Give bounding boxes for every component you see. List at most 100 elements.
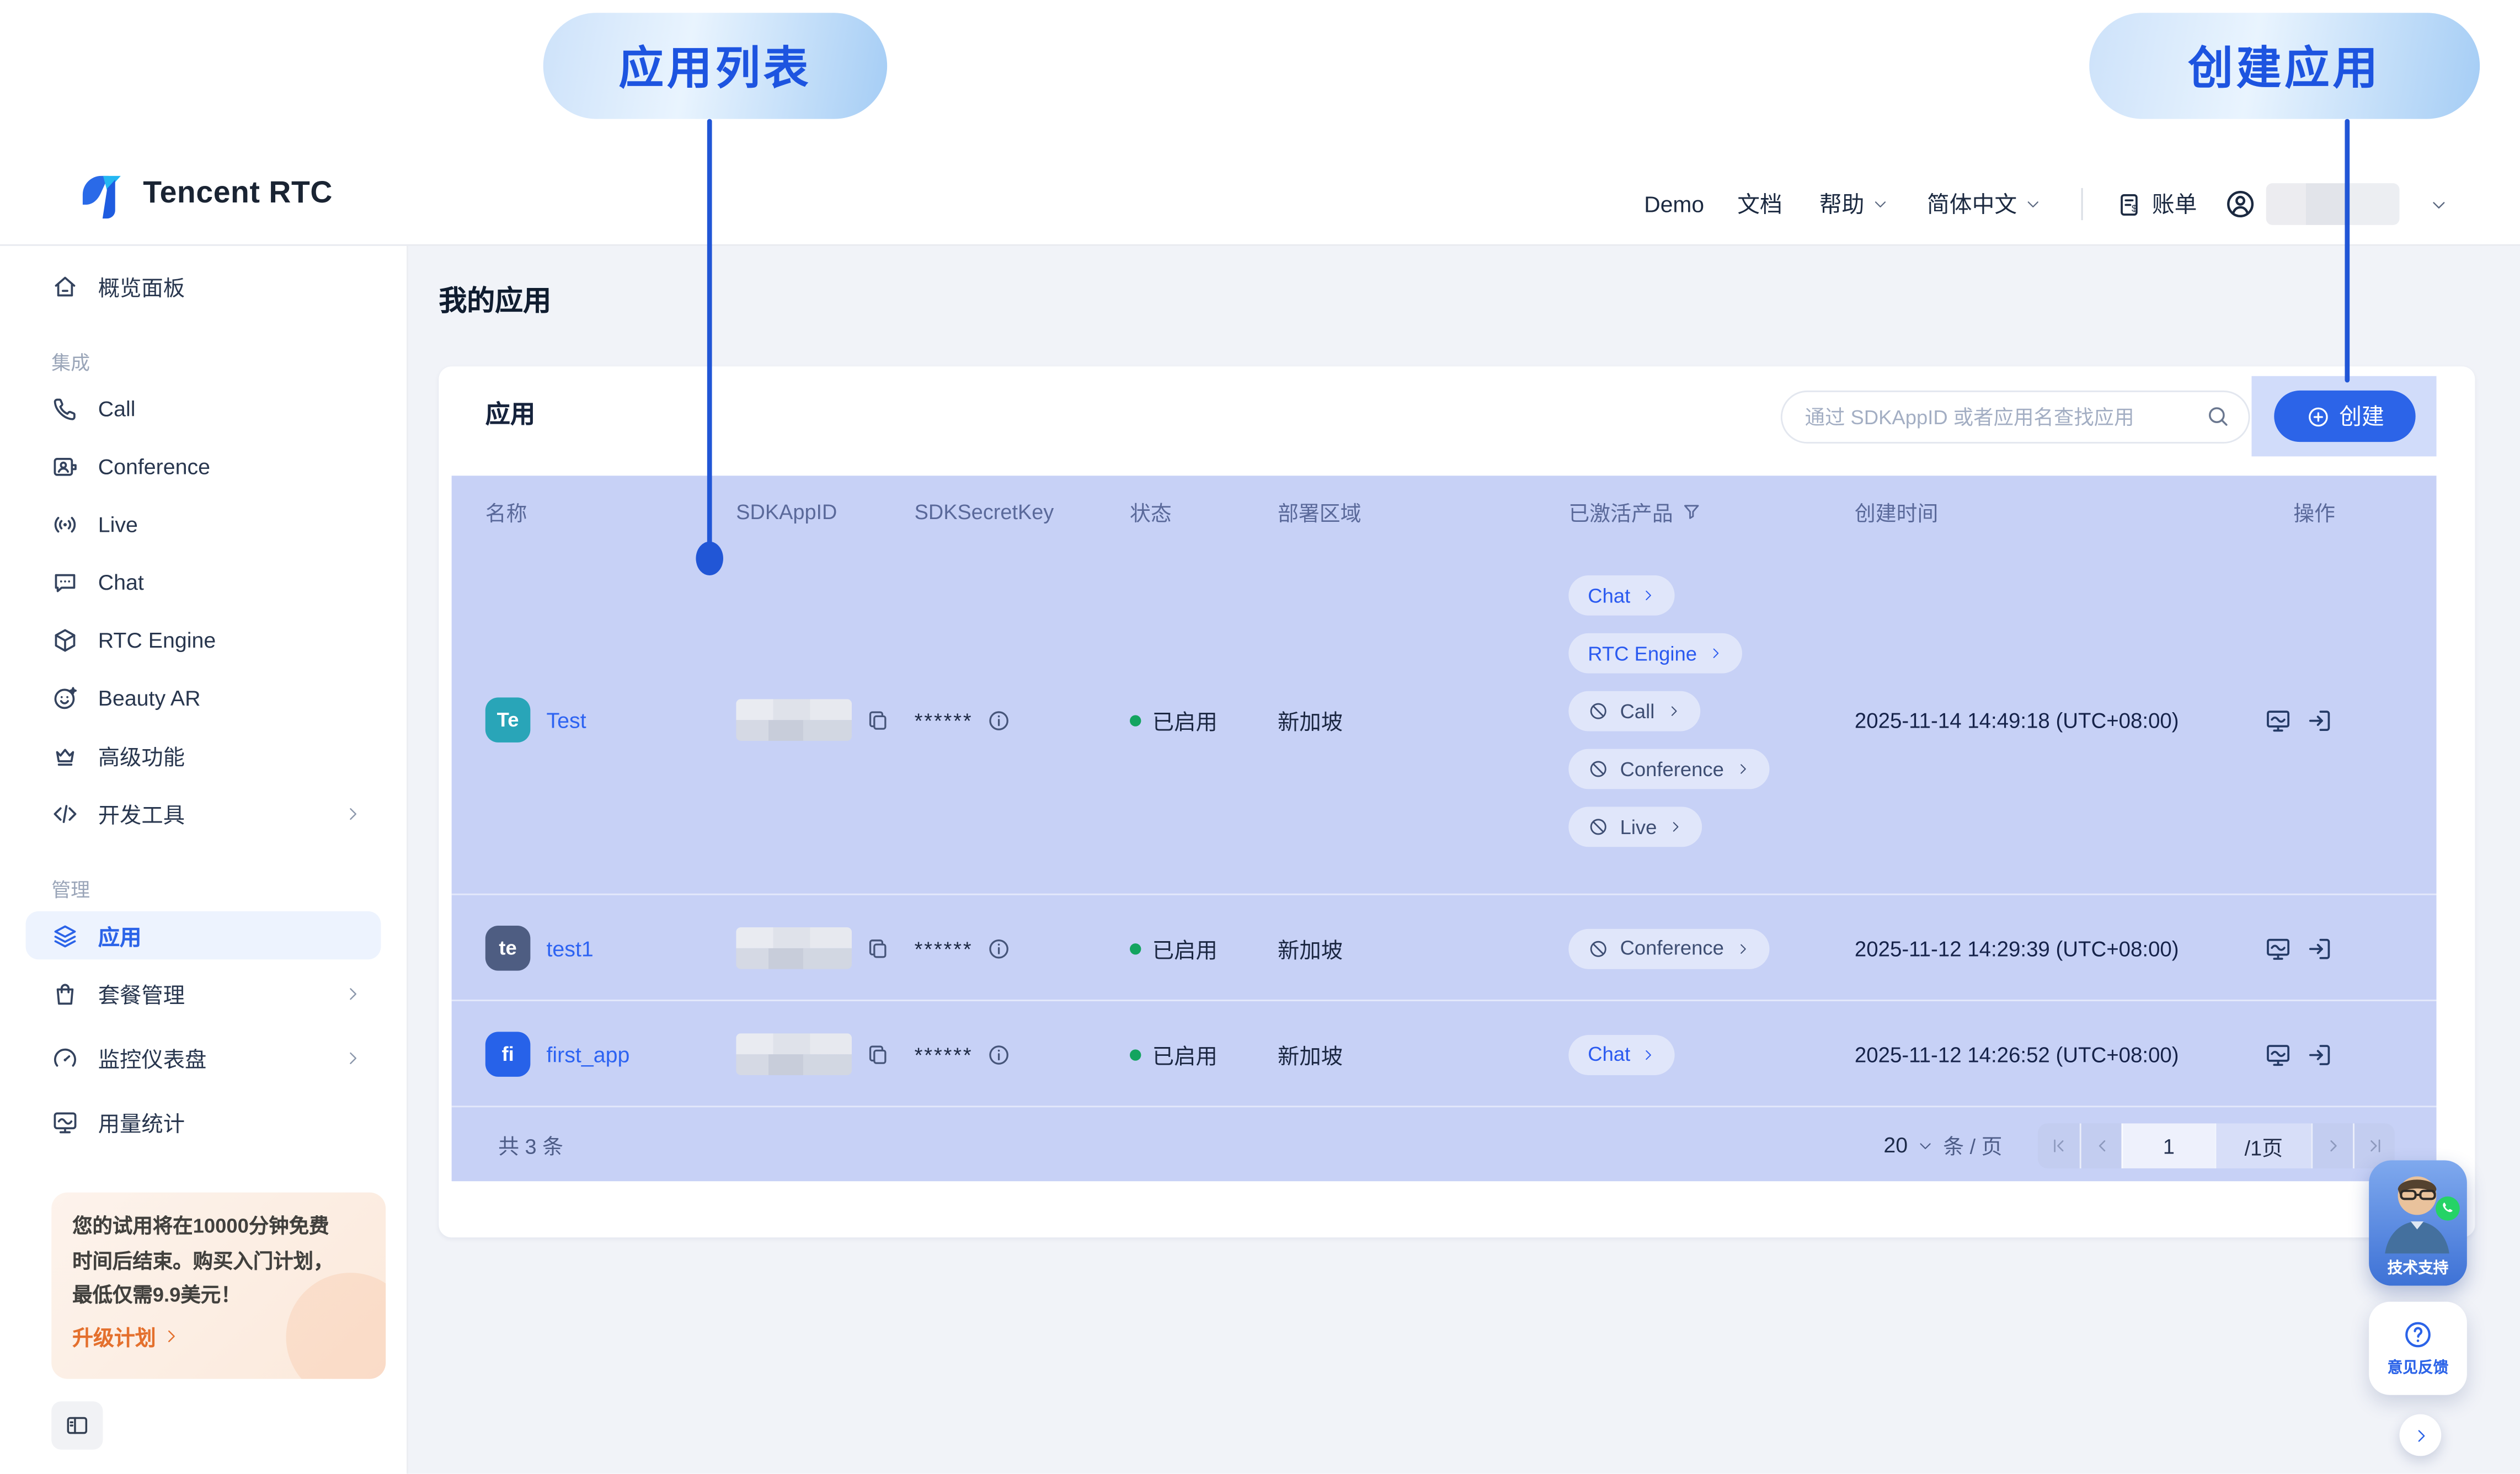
feedback-widget[interactable]: 意见反馈 — [2369, 1302, 2467, 1395]
info-icon[interactable] — [987, 708, 1012, 732]
sidebar-item-dev-tools[interactable]: 开发工具 — [26, 789, 381, 837]
region-value: 新加坡 — [1278, 704, 1343, 736]
product-tag-rtc-engine[interactable]: RTC Engine — [1568, 633, 1742, 674]
filter-icon[interactable] — [1681, 500, 1702, 521]
pagination-row: 共 3 条 20 条 / 页 1 /1页 — [452, 1106, 2437, 1183]
created-time: 2025-11-14 14:49:18 (UTC+08:00) — [1855, 708, 2179, 732]
sdkappid-redacted — [736, 699, 852, 741]
sdkappid-redacted — [736, 1033, 852, 1075]
product-tag-conference[interactable]: Conference — [1568, 928, 1769, 968]
callout-line-endpoint-dot — [696, 542, 723, 575]
sidebar-item-monitoring-dashboard[interactable]: 监控仪表盘 — [26, 1033, 381, 1081]
widget-collapse-button[interactable] — [2400, 1414, 2442, 1456]
nav-billing[interactable]: $ 账单 — [2117, 181, 2197, 227]
prohibit-icon — [1588, 701, 1609, 722]
secret-masked: ****** — [915, 1042, 973, 1066]
sidebar-item-call[interactable]: Call — [26, 384, 381, 432]
prev-page-icon — [2092, 1136, 2111, 1156]
brand-name: Tencent RTC — [143, 177, 333, 212]
sidebar-collapse-button[interactable] — [51, 1401, 103, 1449]
sidebar-item-usage-statistics[interactable]: 用量统计 — [26, 1098, 381, 1146]
current-page-input[interactable]: 1 — [2122, 1123, 2215, 1168]
sidebar-section-management: 管理 — [51, 876, 90, 904]
question-circle-icon — [2402, 1320, 2433, 1350]
chevron-right-icon — [1642, 1047, 1656, 1061]
sdkappid-redacted — [736, 927, 852, 969]
trial-text-line: 您的试用将在10000分钟免费 — [72, 1210, 365, 1245]
app-name-link[interactable]: first_app — [547, 1042, 630, 1066]
app-avatar: te — [485, 926, 531, 971]
app-name-link[interactable]: Test — [547, 708, 586, 732]
chat-bubble-icon — [51, 568, 79, 596]
main-content: 我的应用 应用 创建 名称 SDKAppID SDKSecretKey 状态 — [407, 244, 2520, 1474]
sidebar-item-rtc-engine[interactable]: RTC Engine — [26, 616, 381, 664]
chevron-right-icon — [1668, 820, 1683, 834]
plus-circle-icon — [2305, 404, 2330, 429]
app-avatar: Te — [485, 697, 531, 743]
table-row: te test1 ****** 已启用 新加坡 — [452, 894, 2437, 1001]
enter-app-action-icon[interactable] — [2307, 934, 2334, 962]
copy-icon[interactable] — [866, 1042, 890, 1066]
create-button[interactable]: 创建 — [2274, 391, 2415, 442]
product-tag-live[interactable]: Live — [1568, 807, 1702, 847]
product-tag-chat[interactable]: Chat — [1568, 575, 1675, 616]
tencent-rtc-logo-icon — [74, 170, 129, 218]
user-avatar[interactable] — [2224, 181, 2256, 227]
sidebar: 概览面板 集成 Call Conference Live Chat RTC En… — [0, 244, 408, 1474]
usage-stats-action-icon[interactable] — [2265, 706, 2292, 734]
live-broadcast-icon — [51, 510, 79, 538]
nav-help[interactable]: 帮助 — [1819, 181, 1888, 227]
status-dot — [1130, 1049, 1141, 1060]
page-size-select[interactable]: 20 条 / 页 — [1883, 1107, 2002, 1183]
prev-page-button[interactable] — [2080, 1123, 2122, 1168]
usage-stats-action-icon[interactable] — [2265, 1040, 2292, 1068]
next-page-button[interactable] — [2311, 1123, 2353, 1168]
nav-demo[interactable]: Demo — [1644, 181, 1704, 227]
product-tag-chat[interactable]: Chat — [1568, 1034, 1675, 1075]
info-icon[interactable] — [987, 936, 1012, 960]
usage-stats-action-icon[interactable] — [2265, 934, 2292, 962]
panel-collapse-icon — [65, 1413, 90, 1439]
nav-language[interactable]: 简体中文 — [1927, 181, 2041, 227]
product-tag-call[interactable]: Call — [1568, 691, 1700, 731]
account-menu-toggle[interactable] — [2430, 181, 2448, 227]
copy-icon[interactable] — [866, 936, 890, 960]
tech-support-widget[interactable]: 技术支持 — [2369, 1160, 2467, 1285]
prohibit-icon — [1588, 938, 1609, 959]
upgrade-plan-link[interactable]: 升级计划 — [72, 1320, 365, 1350]
brand-logo[interactable]: Tencent RTC — [74, 170, 333, 218]
card-title: 应用 — [485, 396, 535, 431]
sidebar-item-beauty-ar[interactable]: Beauty AR — [26, 674, 381, 722]
applications-card: 应用 创建 名称 SDKAppID SDKSecretKey 状态 部署区域 — [439, 366, 2475, 1237]
sidebar-item-plan-management[interactable]: 套餐管理 — [26, 969, 381, 1017]
enter-app-action-icon[interactable] — [2307, 1040, 2334, 1068]
search-icon[interactable] — [2205, 403, 2231, 429]
trial-text-line: 时间后结束。购买入门计划， — [72, 1245, 365, 1279]
callout-create-app: 创建应用 — [2089, 13, 2480, 119]
app-name-link[interactable]: test1 — [547, 936, 594, 960]
chevron-right-icon — [1708, 646, 1722, 660]
cube-icon — [51, 626, 79, 654]
status-badge: 已启用 — [1152, 932, 1218, 964]
col-header-region: 部署区域 — [1278, 476, 1362, 546]
whatsapp-icon — [2433, 1194, 2462, 1223]
nav-divider — [2081, 188, 2083, 220]
col-header-sdksecretkey: SDKSecretKey — [915, 476, 1054, 546]
info-icon[interactable] — [987, 1042, 1012, 1066]
enter-app-action-icon[interactable] — [2307, 706, 2334, 734]
sidebar-item-live[interactable]: Live — [26, 500, 381, 548]
status-badge: 已启用 — [1152, 704, 1218, 736]
search-input[interactable] — [1781, 391, 2250, 444]
nav-docs[interactable]: 文档 — [1737, 181, 1782, 227]
next-page-icon — [2323, 1136, 2342, 1156]
first-page-button[interactable] — [2038, 1123, 2080, 1168]
product-tag-conference[interactable]: Conference — [1568, 749, 1769, 789]
sidebar-item-applications[interactable]: 应用 — [26, 911, 381, 959]
sidebar-item-overview[interactable]: 概览面板 — [26, 262, 381, 310]
sidebar-item-advanced-features[interactable]: 高级功能 — [26, 731, 381, 779]
copy-icon[interactable] — [866, 708, 890, 732]
trial-notice: 您的试用将在10000分钟免费 时间后结束。购买入门计划， 最低仅需9.9美元！… — [51, 1193, 386, 1379]
sidebar-item-conference[interactable]: Conference — [26, 442, 381, 490]
last-page-icon — [2365, 1136, 2384, 1156]
sidebar-item-chat[interactable]: Chat — [26, 558, 381, 606]
